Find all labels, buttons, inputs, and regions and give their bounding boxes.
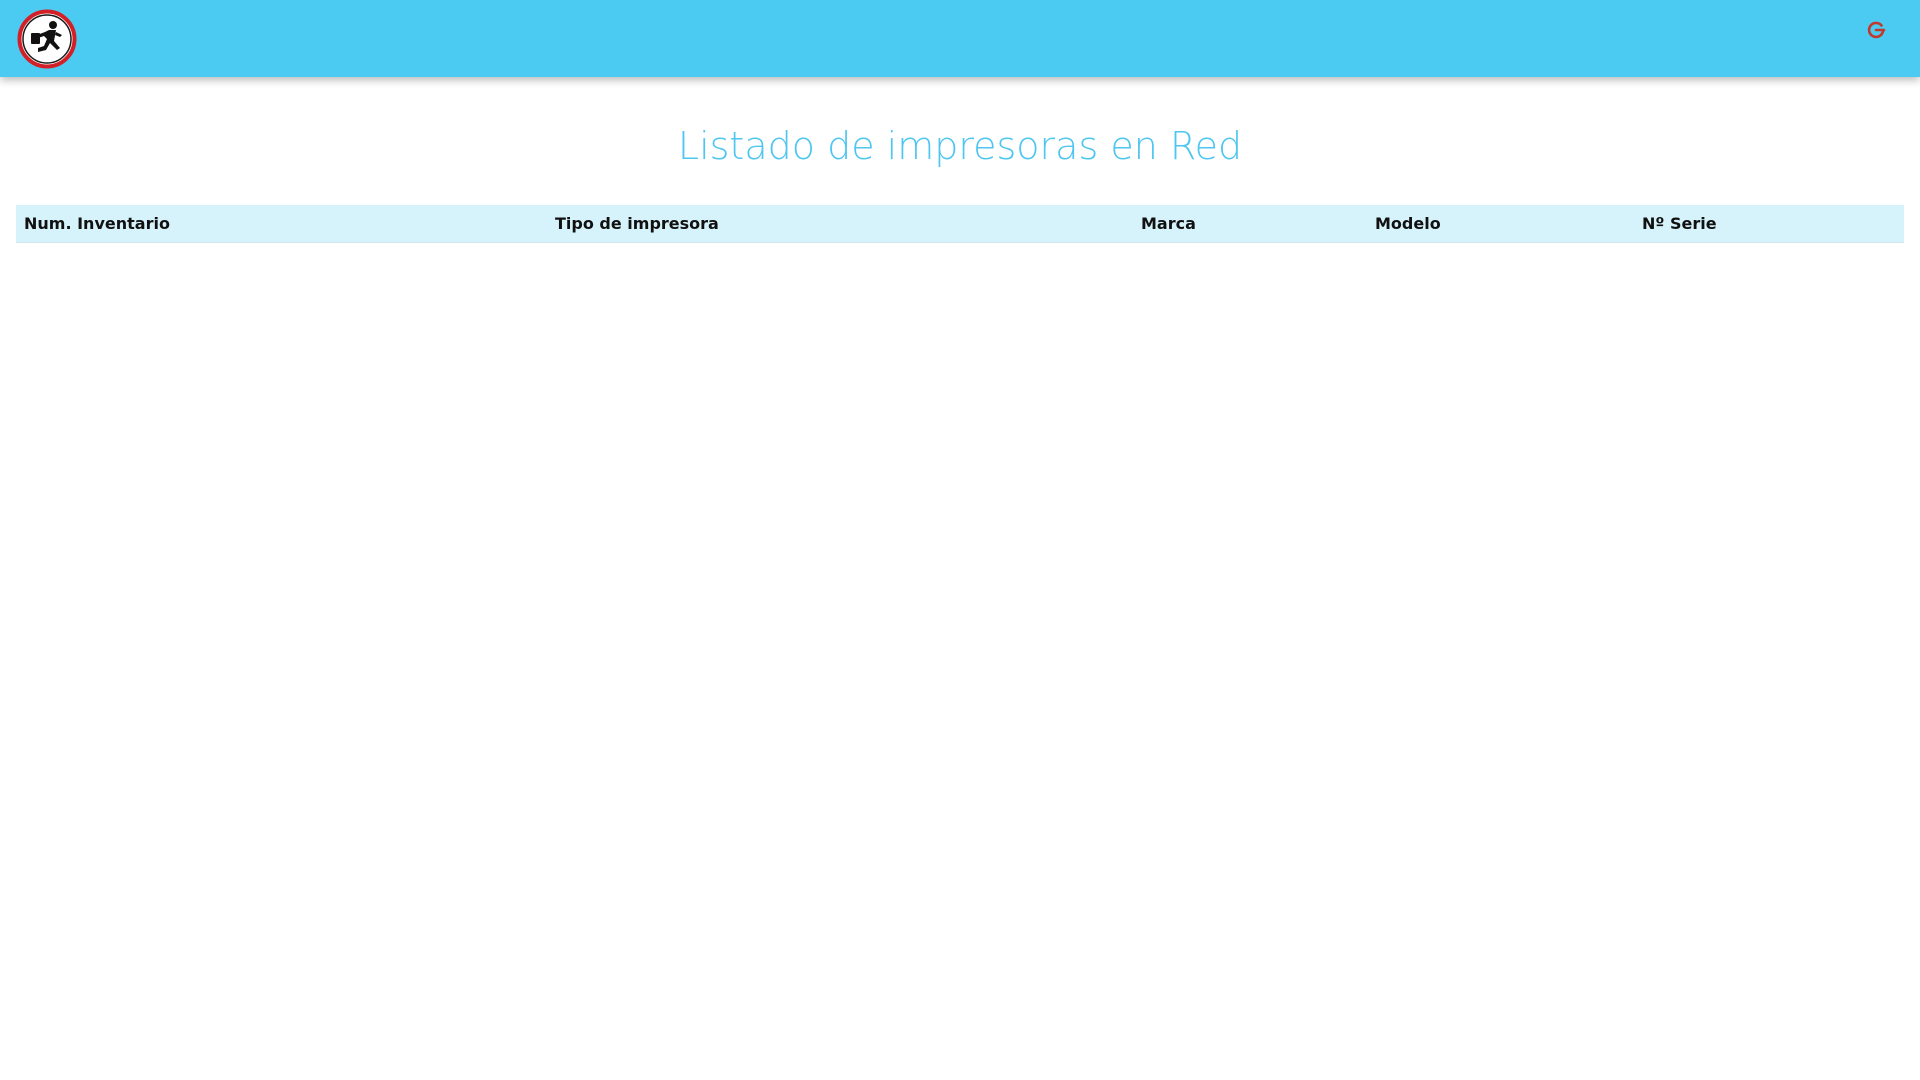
column-header-num-inventario[interactable]: Num. Inventario <box>16 205 547 242</box>
top-navbar <box>0 0 1920 77</box>
power-logout-icon[interactable] <box>1864 18 1888 42</box>
page-title: Listado de impresoras en Red <box>677 124 1243 168</box>
printers-table: Num. Inventario Tipo de impresora Marca … <box>16 205 1904 243</box>
column-header-modelo[interactable]: Modelo <box>1367 205 1634 242</box>
table-header-row: Num. Inventario Tipo de impresora Marca … <box>16 205 1904 242</box>
column-header-tipo-impresora[interactable]: Tipo de impresora <box>547 205 1133 242</box>
app-logo-icon[interactable] <box>16 8 78 70</box>
column-header-numero-serie[interactable]: Nº Serie <box>1634 205 1904 242</box>
column-header-marca[interactable]: Marca <box>1133 205 1367 242</box>
